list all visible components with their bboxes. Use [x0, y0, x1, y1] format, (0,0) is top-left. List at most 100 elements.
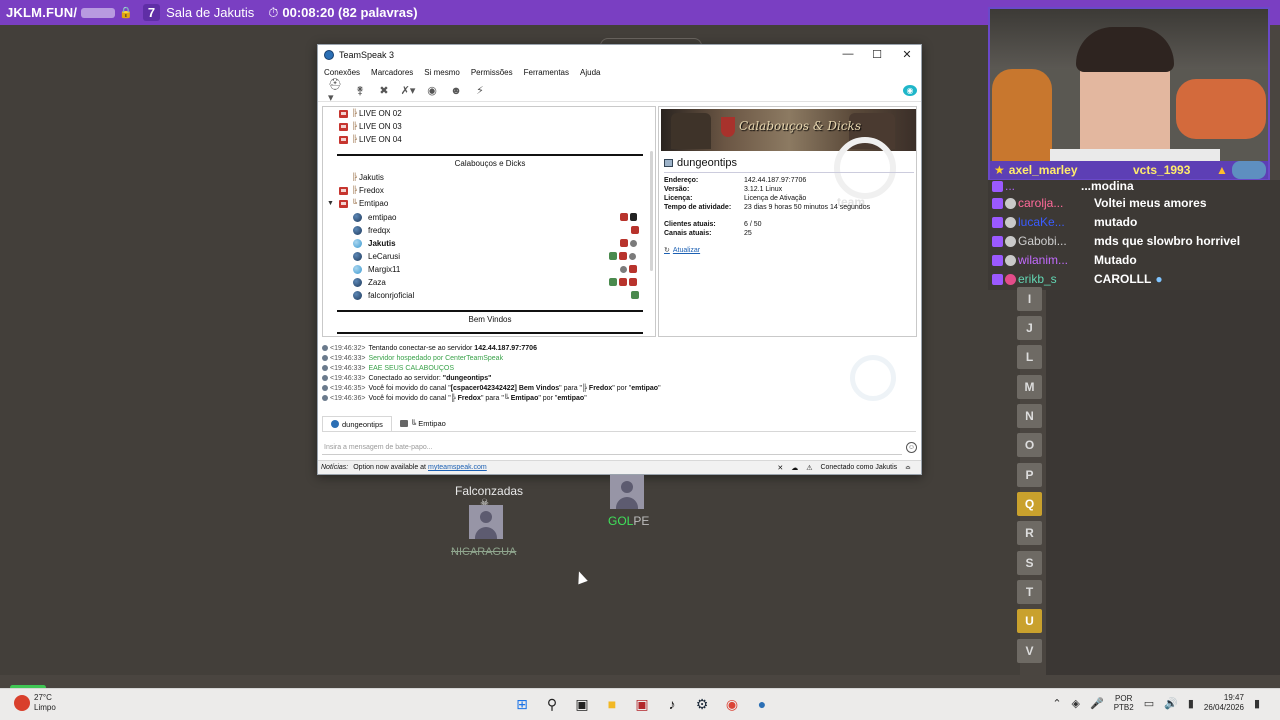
file-explorer-icon[interactable]: ■	[602, 694, 622, 714]
connect-icon[interactable]: ⛑▾	[328, 79, 344, 104]
menu-permissions[interactable]: Permissões	[471, 68, 513, 77]
refresh-link[interactable]: ↻ Atualizar	[664, 246, 700, 254]
client-row[interactable]: Zaza	[353, 276, 386, 289]
shield-icon	[631, 226, 639, 234]
expand-arrow-icon[interactable]: ▼	[327, 200, 334, 207]
client-row[interactable]: Jakutis	[353, 237, 396, 250]
language-indicator[interactable]: POR PTB2	[1114, 694, 1134, 712]
video-app-icon[interactable]: ▣	[632, 694, 652, 714]
spacer-calabocos[interactable]: Calabouços e Dicks	[323, 159, 655, 168]
weather-widget[interactable]: 27°C Limpo	[14, 693, 56, 713]
channel-row[interactable]: ╠ LIVE ON 02	[339, 107, 402, 120]
minimize-button[interactable]: —	[836, 48, 860, 60]
status-bar: Notícias: Option now available at myteam…	[318, 460, 921, 474]
tiktok-icon[interactable]: ♪	[662, 694, 682, 714]
webcam-overlay: ★ axel_marley vcts_1993 ▲	[988, 7, 1270, 181]
display-icon[interactable]: ▭	[1144, 697, 1154, 710]
client-row[interactable]: LeCarusi	[353, 250, 400, 263]
search-icon[interactable]: ⚲	[542, 694, 562, 714]
client-row[interactable]: Margix11	[353, 263, 400, 276]
client-row[interactable]: emtipao	[353, 211, 396, 224]
network-shield-icon[interactable]: ◈	[1072, 697, 1080, 710]
microphone-icon[interactable]: 🎤	[1090, 697, 1104, 710]
channel-row[interactable]: ╚ Emtipao	[339, 197, 388, 210]
warning-icon[interactable]: ⚠	[806, 464, 812, 472]
player-avatar[interactable]	[469, 505, 503, 539]
steam-icon[interactable]: ⚙	[692, 694, 712, 714]
channel-row[interactable]: ╠ LIVE ON 03	[339, 120, 402, 133]
channel-row[interactable]: ╠ Fredox	[339, 184, 384, 197]
log-entry: <19:46:32> Tentando conectar-se ao servi…	[322, 343, 916, 353]
channel-row[interactable]: ╠ Jakutis	[339, 171, 384, 184]
close-button[interactable]: ✕	[895, 48, 919, 61]
chrome-icon[interactable]: ◉	[722, 694, 742, 714]
news-link[interactable]: myteamspeak.com	[428, 464, 487, 471]
player-avatar[interactable]	[610, 475, 644, 509]
webcam-name: axel_marley	[1008, 163, 1078, 177]
volume-icon[interactable]: 🔊	[1164, 697, 1178, 710]
spacer-bem-vindos[interactable]: Bem Vindos	[323, 315, 655, 324]
client-name: Margix11	[368, 265, 401, 274]
microphone-mute-icon[interactable]: ✖	[376, 84, 392, 98]
cloud-icon[interactable]: ☁	[791, 464, 798, 472]
chat-user[interactable]: Gabobi...	[1018, 234, 1088, 248]
client-row[interactable]: fredqx	[353, 224, 390, 237]
chat-user[interactable]: ...	[1005, 179, 1075, 193]
disconnect-icon[interactable]: ⚵	[352, 84, 368, 98]
shield-icon	[619, 252, 627, 260]
windows-start-icon[interactable]: ⊞	[512, 694, 532, 714]
permissions-icon[interactable]: ⚡	[472, 84, 488, 98]
menu-tools[interactable]: Ferramentas	[524, 68, 569, 77]
menu-help[interactable]: Ajuda	[580, 68, 600, 77]
task-view-icon[interactable]: ▣	[572, 694, 592, 714]
log-channel[interactable]: ╠ Fredox	[451, 395, 481, 402]
client-status-icon	[353, 278, 362, 287]
speaker-mute-icon[interactable]: ✗▾	[400, 84, 416, 98]
menu-bookmarks[interactable]: Marcadores	[371, 68, 413, 77]
away-icon[interactable]: ◉	[424, 84, 440, 98]
channel-row[interactable]: ╠ LIVE ON 04	[339, 133, 402, 146]
menu-connections[interactable]: Conexões	[324, 68, 360, 77]
tab-server[interactable]: dungeontips	[322, 416, 392, 431]
chat-user[interactable]: lucaKe...	[1018, 215, 1088, 229]
tree-scrollbar[interactable]	[650, 151, 653, 271]
overlay-eye-icon[interactable]: ◉	[903, 85, 917, 96]
title-bar[interactable]: TeamSpeak 3	[318, 45, 921, 65]
log-user[interactable]: emtipao	[557, 395, 584, 402]
avatar-head	[621, 481, 633, 493]
emoji-icon[interactable]: ☺	[906, 442, 917, 453]
client-name: Jakutis	[368, 239, 396, 248]
chat-text: Voltei meus amores	[1094, 196, 1207, 210]
info-channels: Canais atuais: 25	[664, 230, 752, 237]
tab-channel[interactable]: ╚ Emtipao	[392, 416, 454, 431]
teamspeak-taskbar-icon[interactable]: ●	[752, 694, 772, 714]
log-channel[interactable]: ╠ Fredox	[582, 385, 612, 392]
webcam-plush	[992, 69, 1052, 164]
log-channel[interactable]: [cspacer042342422] Bem Vindos	[451, 385, 559, 392]
menu-self[interactable]: Si mesmo	[424, 68, 460, 77]
chat-user[interactable]: carolja...	[1018, 196, 1088, 210]
server-info-panel: Calabouços & Dicks team dungeontips Ende…	[658, 106, 917, 337]
chat-message: erikb_s CAROLLL ●	[992, 270, 1163, 288]
client-row[interactable]: falconrjoficial	[353, 289, 414, 302]
chat-user[interactable]: erikb_s	[1018, 272, 1088, 286]
chat-user[interactable]: wilanim...	[1018, 253, 1088, 267]
log-user[interactable]: emtipao	[631, 385, 658, 392]
close-news-icon[interactable]: ✕	[777, 464, 783, 472]
notification-icon[interactable]: ▮	[1254, 697, 1260, 710]
letter-tile-used: Q	[1017, 492, 1042, 516]
letter-tile: R	[1017, 521, 1042, 545]
client-status-icon	[353, 239, 362, 248]
clock[interactable]: 19:47 26/04/2026	[1204, 693, 1244, 713]
battery-icon[interactable]: ▮	[1188, 697, 1194, 710]
chat-input[interactable]: Insira a mensagem de bate-papo...	[322, 441, 902, 455]
channel-name: LIVE ON 04	[358, 135, 402, 144]
banner-figure	[671, 113, 711, 149]
maximize-button[interactable]: ☐	[865, 48, 889, 61]
contacts-icon[interactable]: ☻	[448, 84, 464, 98]
badge-icon	[609, 278, 617, 286]
letter-tile: O	[1017, 433, 1042, 457]
log-channel[interactable]: ╚ Emtipao	[504, 395, 539, 402]
chevron-up-icon[interactable]: ⌃	[1052, 697, 1061, 710]
teamspeak-watermark-ring	[850, 355, 896, 401]
